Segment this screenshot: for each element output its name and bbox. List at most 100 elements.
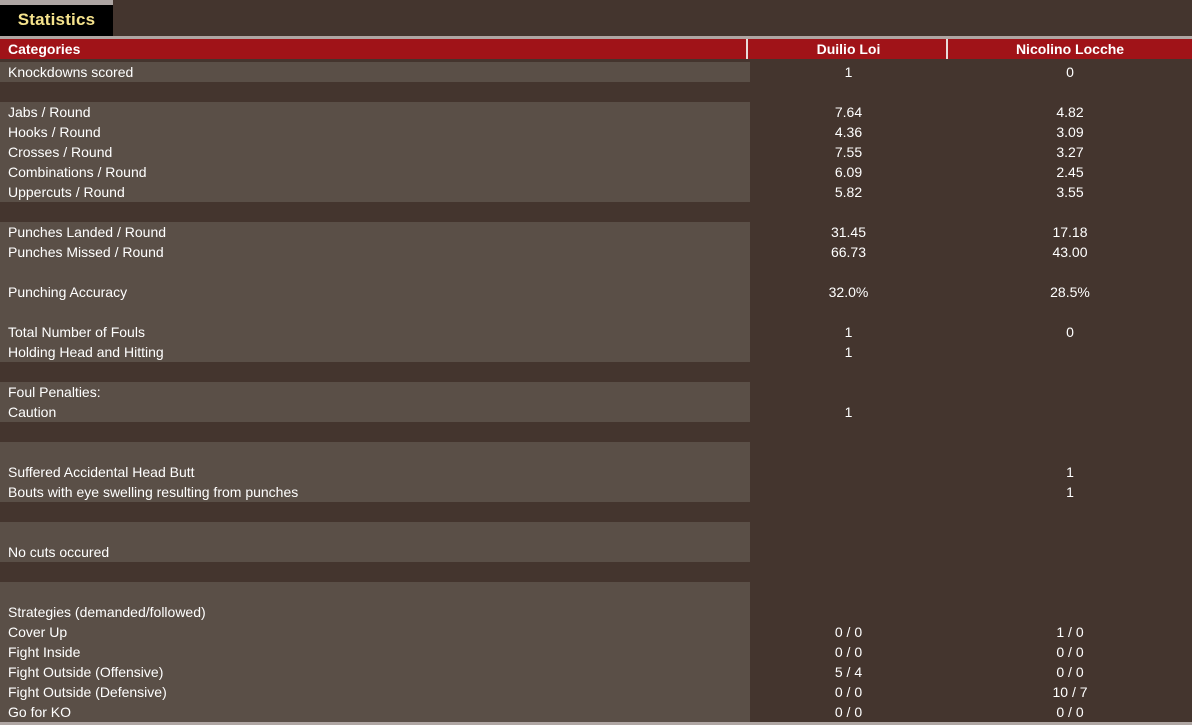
table-row [0, 362, 1192, 382]
row-value-fighter-1: 7.64 [834, 104, 863, 120]
row-category-label: Fight Outside (Offensive) [8, 664, 164, 680]
table-row: Punches Missed / Round 66.73 43.00 [0, 242, 1192, 262]
row-value-fighter-1 [750, 302, 947, 322]
table-row [0, 582, 1192, 602]
row-value-fighter-1 [750, 482, 947, 502]
row-value-fighter-1: 7.55 [834, 144, 863, 160]
table-row: Knockdowns scored 1 0 [0, 62, 1192, 82]
row-value-fighter-2: 2.45 [1056, 164, 1084, 180]
row-category-label: Knockdowns scored [8, 64, 134, 80]
row-value-fighter-2: 0 / 0 [1056, 644, 1084, 660]
row-value-fighter-2: 1 [1066, 484, 1074, 500]
row-value-fighter-1 [750, 202, 947, 222]
row-value-fighter-2 [948, 442, 1192, 462]
row-category-cell [0, 582, 750, 602]
row-category-label: Holding Head and Hitting [8, 344, 164, 360]
row-value-fighter-1 [750, 442, 947, 462]
row-category-label: Fight Outside (Defensive) [8, 684, 167, 700]
statistics-panel: Statistics Categories Duilio Loi Nicolin… [0, 0, 1192, 725]
row-value-fighter-1: 1 [844, 404, 853, 420]
row-value-fighter-2: 1 [1066, 464, 1074, 480]
row-category-cell: No cuts occured [0, 542, 750, 562]
row-value-fighter-2 [948, 82, 1192, 102]
row-category-cell: Punching Accuracy [0, 282, 750, 302]
row-value-fighter-1: 0 / 0 [834, 644, 863, 660]
row-category-label: Punches Landed / Round [8, 224, 167, 240]
row-category-label: Strategies (demanded/followed) [8, 604, 206, 620]
table-row: Crosses / Round 7.55 3.27 [0, 142, 1192, 162]
table-row: Combinations / Round 6.09 2.45 [0, 162, 1192, 182]
row-value-fighter-2: 0 / 0 [1056, 664, 1084, 680]
row-category-label: Fight Inside [8, 644, 81, 660]
row-category-label: Punching Accuracy [8, 284, 128, 300]
table-row [0, 262, 1192, 282]
row-category-cell: Strategies (demanded/followed) [0, 602, 750, 622]
row-category-cell [0, 502, 750, 522]
row-category-cell: Jabs / Round [0, 102, 750, 122]
row-category-cell [0, 562, 750, 582]
header-separator-left [746, 39, 748, 59]
row-category-cell: Hooks / Round [0, 122, 750, 142]
row-value-fighter-1 [750, 582, 947, 602]
tab-strip-filler [113, 0, 1192, 36]
row-value-fighter-2: 3.55 [1056, 184, 1084, 200]
row-category-label: Jabs / Round [8, 104, 91, 120]
row-category-cell [0, 442, 750, 462]
row-category-label: Suffered Accidental Head Butt [8, 464, 195, 480]
row-value-fighter-2: 10 / 7 [1052, 684, 1088, 700]
row-value-fighter-2: 0 / 0 [1056, 704, 1084, 720]
row-category-cell [0, 202, 750, 222]
row-value-fighter-1 [750, 602, 947, 622]
tab-statistics[interactable]: Statistics [0, 0, 113, 36]
column-header-categories[interactable]: Categories [8, 39, 80, 59]
column-header-fighter-1[interactable]: Duilio Loi [750, 39, 947, 59]
row-value-fighter-2: 0 [1066, 64, 1074, 80]
row-value-fighter-1 [750, 562, 947, 582]
tab-statistics-label: Statistics [0, 5, 113, 36]
table-row: Foul Penalties: [0, 382, 1192, 402]
row-category-cell: Go for KO [0, 702, 750, 722]
row-value-fighter-1 [750, 82, 947, 102]
row-category-label: Hooks / Round [8, 124, 101, 140]
table-row: Punching Accuracy 32.0% 28.5% [0, 282, 1192, 302]
row-value-fighter-1: 0 / 0 [834, 624, 863, 640]
column-header-fighter-2[interactable]: Nicolino Locche [948, 39, 1192, 59]
table-row: Hooks / Round 4.36 3.09 [0, 122, 1192, 142]
row-category-label: Cover Up [8, 624, 68, 640]
row-category-cell: Combinations / Round [0, 162, 750, 182]
table-row: Fight Outside (Offensive) 5 / 4 0 / 0 [0, 662, 1192, 682]
row-category-cell: Uppercuts / Round [0, 182, 750, 202]
row-value-fighter-1 [750, 462, 947, 482]
row-category-cell [0, 302, 750, 322]
row-value-fighter-1: 0 / 0 [834, 704, 863, 720]
row-category-cell: Suffered Accidental Head Butt [0, 462, 750, 482]
row-value-fighter-2 [948, 362, 1192, 382]
table-row: Holding Head and Hitting 1 [0, 342, 1192, 362]
row-category-label: Combinations / Round [8, 164, 147, 180]
table-row: Strategies (demanded/followed) [0, 602, 1192, 622]
row-category-cell: Bouts with eye swelling resulting from p… [0, 482, 750, 502]
table-row: Caution 1 [0, 402, 1192, 422]
row-value-fighter-2 [948, 202, 1192, 222]
row-category-cell: Cover Up [0, 622, 750, 642]
row-value-fighter-1: 6.09 [834, 164, 863, 180]
table-row: Fight Outside (Defensive) 0 / 0 10 / 7 [0, 682, 1192, 702]
row-category-cell: Total Number of Fouls [0, 322, 750, 342]
row-category-cell [0, 82, 750, 102]
row-value-fighter-2 [948, 422, 1192, 442]
row-value-fighter-2 [948, 342, 1192, 362]
row-value-fighter-2 [948, 582, 1192, 602]
table-row [0, 82, 1192, 102]
row-value-fighter-1: 1 [844, 344, 853, 360]
row-value-fighter-1: 1 [844, 324, 853, 340]
row-category-cell: Fight Outside (Defensive) [0, 682, 750, 702]
row-category-cell: Caution [0, 402, 750, 422]
row-value-fighter-1: 1 [844, 64, 853, 80]
row-value-fighter-1 [750, 522, 947, 542]
row-category-cell: Foul Penalties: [0, 382, 750, 402]
row-category-cell: Fight Outside (Offensive) [0, 662, 750, 682]
row-value-fighter-1 [750, 422, 947, 442]
row-value-fighter-2: 1 / 0 [1056, 624, 1084, 640]
table-row [0, 302, 1192, 322]
row-category-cell: Crosses / Round [0, 142, 750, 162]
